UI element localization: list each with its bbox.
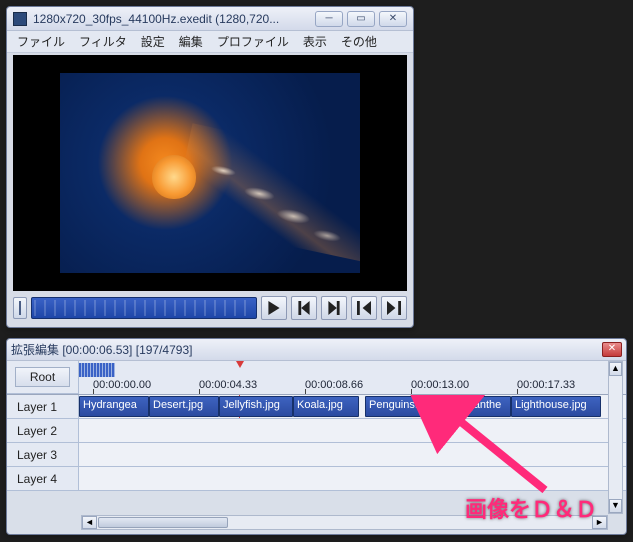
timeline-title: 拡張編集 [00:00:06.53] [197/4793] [11,341,192,358]
preview-window: 1280x720_30fps_44100Hz.exedit (1280,720.… [6,6,414,328]
layer-label[interactable]: Layer 2 [7,419,79,442]
timeline-row: Layer 1 HydrangeaDesert.jpgJellyfish.jpg… [7,395,626,419]
play-button[interactable] [261,296,287,320]
ruler-tick: 00:00:08.66 [305,379,363,391]
root-button[interactable]: Root [15,367,70,387]
clip[interactable]: Chrysanthe [441,396,511,417]
menu-file[interactable]: ファイル [11,31,71,52]
layer-track[interactable] [79,467,626,490]
transport-bar [13,295,407,321]
preview-title: 1280x720_30fps_44100Hz.exedit (1280,720.… [33,12,315,26]
go-start-button[interactable] [351,296,377,320]
vertical-scrollbar[interactable]: ▲ ▼ [608,361,623,514]
menu-settings[interactable]: 設定 [135,31,171,52]
ruler-tick: 00:00:17.33 [517,379,575,391]
window-controls: ─ ▭ ✕ [315,11,407,27]
ruler-tick: 00:00:13.00 [411,379,469,391]
seek-cursor-button[interactable] [13,297,27,319]
layer-track[interactable] [79,419,626,442]
preview-viewport [13,55,407,291]
clip[interactable]: Lighthouse.jpg [511,396,601,417]
menu-view[interactable]: 表示 [297,31,333,52]
go-end-button[interactable] [381,296,407,320]
scroll-thumb[interactable] [98,517,228,528]
scroll-down-icon[interactable]: ▼ [609,499,622,513]
layer-label[interactable]: Layer 3 [7,443,79,466]
scroll-left-icon[interactable]: ◄ [82,516,97,529]
prev-frame-button[interactable] [291,296,317,320]
layer-track[interactable]: HydrangeaDesert.jpgJellyfish.jpgKoala.jp… [79,395,626,418]
layer-label[interactable]: Layer 4 [7,467,79,490]
maximize-button[interactable]: ▭ [347,11,375,27]
timeline-header: Root 00:00:00.00 00:00:04.33 00:00:08.66… [7,361,626,395]
timeline-row: Layer 3 [7,443,626,467]
timeline-row: Layer 2 [7,419,626,443]
timeline-rows: Layer 1 HydrangeaDesert.jpgJellyfish.jpg… [7,395,626,491]
ruler-tick: 00:00:04.33 [199,379,257,391]
timeline-ruler[interactable]: 00:00:00.00 00:00:04.33 00:00:08.66 00:0… [79,361,626,394]
timeline-close-button[interactable]: ✕ [602,342,622,357]
menu-profile[interactable]: プロファイル [211,31,295,52]
waveform-icon [79,363,115,377]
next-frame-button[interactable] [321,296,347,320]
ruler-tick: 00:00:00.00 [93,379,151,391]
app-icon [13,12,27,26]
clip[interactable]: Desert.jpg [149,396,219,417]
root-button-cell: Root [7,361,79,394]
menubar: ファイル フィルタ 設定 編集 プロファイル 表示 その他 [7,31,413,53]
menu-edit[interactable]: 編集 [173,31,209,52]
clip[interactable]: Hydrangea [79,396,149,417]
preview-image [60,73,360,273]
close-button[interactable]: ✕ [379,11,407,27]
layer-track[interactable] [79,443,626,466]
menu-filter[interactable]: フィルタ [73,31,133,52]
clip[interactable]: Koala.jpg [293,396,359,417]
menu-other[interactable]: その他 [335,31,383,52]
scroll-up-icon[interactable]: ▲ [609,362,622,376]
layer-label[interactable]: Layer 1 [7,395,79,418]
timeline-titlebar[interactable]: 拡張編集 [00:00:06.53] [197/4793] ✕ [7,339,626,361]
preview-titlebar[interactable]: 1280x720_30fps_44100Hz.exedit (1280,720.… [7,7,413,31]
annotation-label: 画像をＤ＆Ｄ [465,492,597,524]
timeline-row: Layer 4 [7,467,626,491]
seekbar[interactable] [31,297,257,319]
clip[interactable]: Penguins.jp [365,396,441,417]
clip[interactable]: Jellyfish.jpg [219,396,293,417]
minimize-button[interactable]: ─ [315,11,343,27]
